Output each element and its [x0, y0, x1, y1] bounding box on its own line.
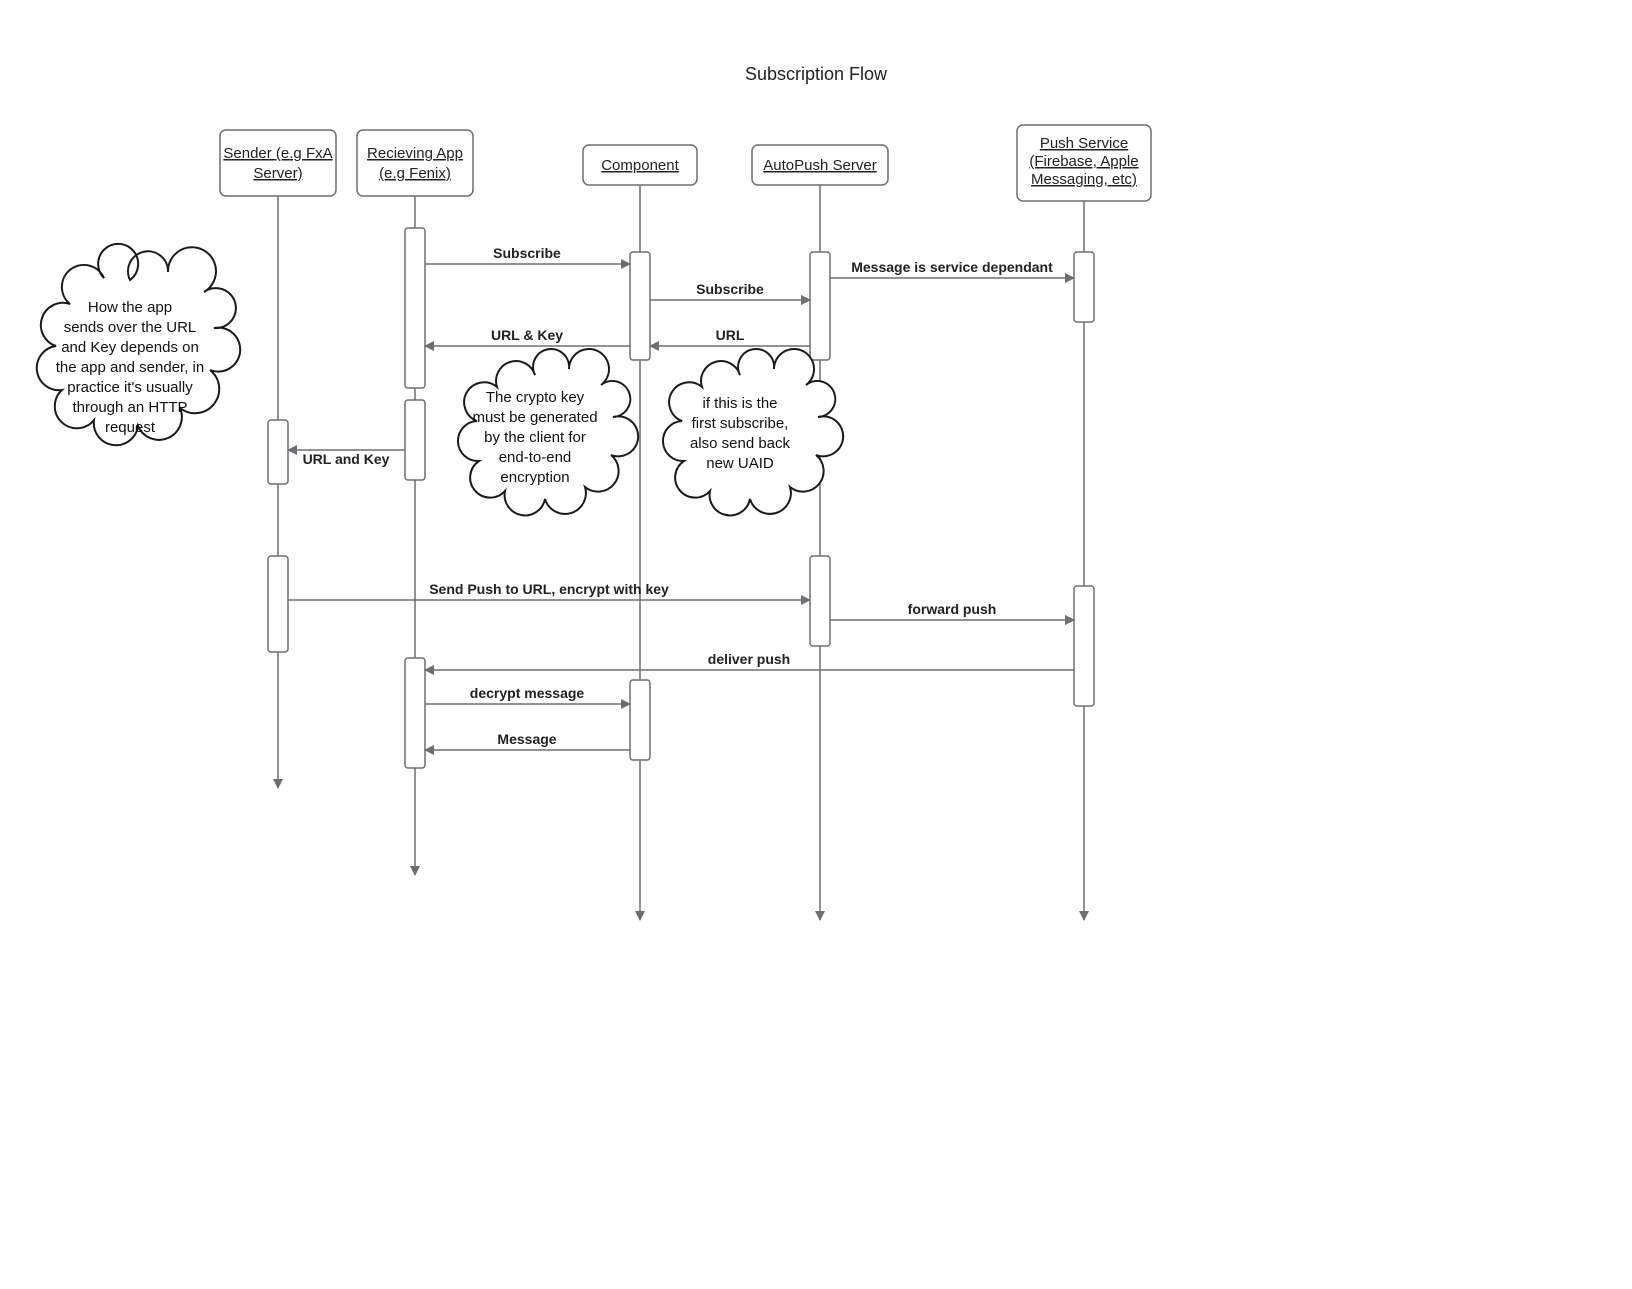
activation-comp-2 — [630, 680, 650, 760]
activation-app-1 — [405, 228, 425, 388]
cloud1-l5: practice it's usually — [67, 379, 193, 396]
cloud2-l2: must be generated — [472, 409, 597, 426]
msg-message-label: Message — [497, 731, 556, 747]
diagram-title: Subscription Flow — [745, 64, 888, 84]
cloud3-l1: if this is the — [702, 395, 777, 412]
activation-push-2 — [1074, 586, 1094, 706]
activation-push-1 — [1074, 252, 1094, 322]
msg-url-label: URL — [716, 327, 745, 343]
lane-auto: AutoPush Server — [752, 145, 888, 185]
note-cloud-1: How the app sends over the URL and Key d… — [37, 244, 240, 445]
note-cloud-3: if this is the first subscribe, also sen… — [663, 349, 843, 515]
lane-push: Push Service (Firebase, Apple Messaging,… — [1017, 125, 1151, 201]
lane-comp-label: Component — [601, 157, 679, 174]
lane-auto-label: AutoPush Server — [763, 157, 876, 174]
msg-decrypt-label: decrypt message — [470, 685, 585, 701]
lane-app: Recieving App (e.g Fenix) — [357, 130, 473, 196]
lane-comp: Component — [583, 145, 697, 185]
lane-app-label-2: (e.g Fenix) — [379, 165, 451, 182]
activation-auto-1 — [810, 252, 830, 360]
cloud1-l4: the app and sender, in — [56, 359, 204, 376]
cloud1-l1: How the app — [88, 299, 172, 316]
sequence-diagram: Subscription Flow Sender (e.g FxA Server… — [0, 0, 1632, 1289]
activation-sender-2 — [268, 556, 288, 652]
cloud1-l3: and Key depends on — [61, 339, 199, 356]
cloud3-l4: new UAID — [706, 455, 774, 472]
cloud2-l4: end-to-end — [499, 449, 572, 466]
lane-sender: Sender (e.g FxA Server) — [220, 130, 336, 196]
cloud3-l3: also send back — [690, 435, 791, 452]
cloud1-l7: request — [105, 419, 156, 436]
msg-sendpush-label: Send Push to URL, encrypt with key — [429, 581, 669, 597]
lane-sender-label-1: Sender (e.g FxA — [223, 145, 332, 162]
activation-comp-1 — [630, 252, 650, 360]
activation-app-3 — [405, 658, 425, 768]
msg-forward-label: forward push — [908, 601, 997, 617]
cloud1-l6: through an HTTP — [72, 399, 187, 416]
lane-push-label-3: Messaging, etc) — [1031, 171, 1137, 188]
lane-sender-label-2: Server) — [253, 165, 302, 182]
msg-subscribe-1-label: Subscribe — [493, 245, 561, 261]
cloud2-l1: The crypto key — [486, 389, 585, 406]
lane-push-label-2: (Firebase, Apple — [1029, 153, 1138, 170]
note-cloud-2: The crypto key must be generated by the … — [458, 349, 638, 515]
cloud2-l5: encryption — [500, 469, 569, 486]
activation-sender-1 — [268, 420, 288, 484]
lane-push-label-1: Push Service — [1040, 135, 1128, 152]
msg-urlandkey-label: URL and Key — [303, 451, 390, 467]
activation-auto-2 — [810, 556, 830, 646]
cloud2-l3: by the client for — [484, 429, 586, 446]
cloud3-l2: first subscribe, — [692, 415, 789, 432]
msg-subscribe-2-label: Subscribe — [696, 281, 764, 297]
msg-urlkey-label: URL & Key — [491, 327, 563, 343]
activation-app-2 — [405, 400, 425, 480]
msg-service-dep-label: Message is service dependant — [851, 259, 1053, 275]
lane-app-label-1: Recieving App — [367, 145, 463, 162]
cloud1-l2: sends over the URL — [64, 319, 197, 336]
msg-deliver-label: deliver push — [708, 651, 790, 667]
